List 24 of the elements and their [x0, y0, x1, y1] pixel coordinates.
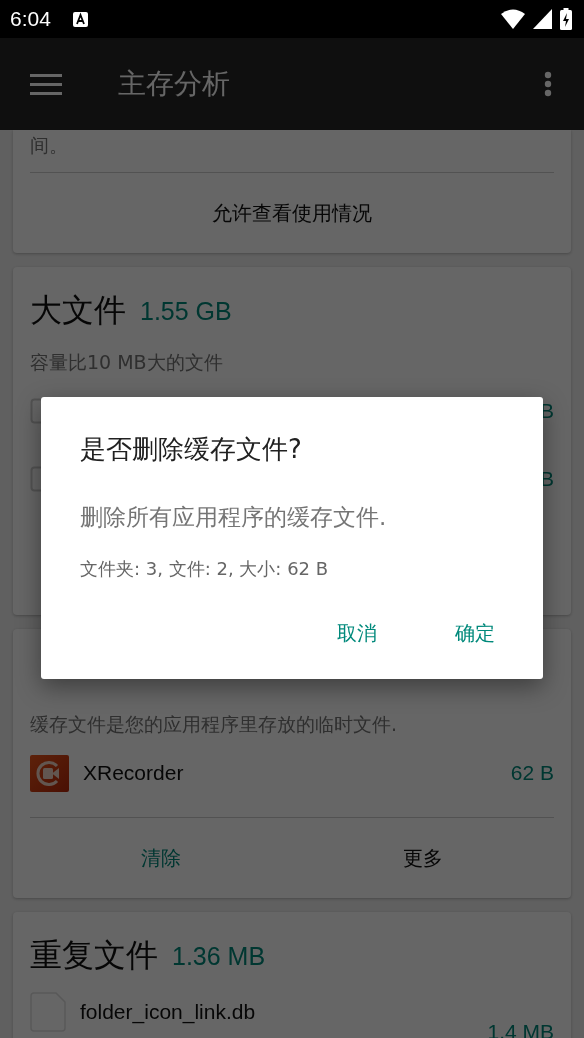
dialog-message: 删除所有应用程序的缓存文件. — [80, 503, 388, 532]
action-button[interactable]: 更多 — [292, 818, 554, 898]
status-time: 6:04 — [10, 7, 51, 31]
more-options-icon[interactable] — [544, 71, 552, 97]
dialog-button[interactable]: 取消 — [313, 616, 401, 651]
action-button[interactable]: 清除 — [30, 818, 292, 898]
dialog-title: 是否删除缓存文件? — [80, 433, 303, 466]
section-title: 重复文件 — [30, 935, 158, 976]
battery-icon — [560, 8, 572, 30]
signal-icon — [533, 9, 552, 29]
notification-icon — [72, 11, 88, 27]
wifi-icon — [501, 9, 525, 29]
dialog-details: 文件夹: 3, 文件: 2, 大小: 62 B — [80, 557, 330, 581]
section-title: 大文件 — [30, 290, 126, 331]
section-size: 1.55 GB — [140, 296, 232, 326]
action-button[interactable]: 允许查看使用情况 — [30, 173, 554, 253]
item-name: XRecorder — [83, 761, 184, 785]
menu-icon[interactable] — [30, 73, 62, 95]
app-title: 主存分析 — [118, 66, 230, 102]
section-size: 1.36 MB — [172, 941, 266, 971]
item-size: 62 B — [510, 761, 554, 785]
app-icon — [30, 754, 69, 792]
item-name: folder_icon_link.db — [80, 1000, 256, 1024]
dialog-button[interactable]: 确定 — [431, 616, 519, 651]
